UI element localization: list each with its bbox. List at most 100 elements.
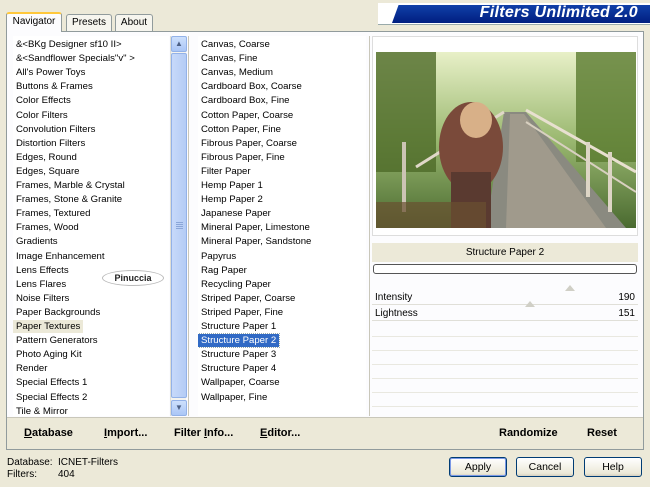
slider-thumb[interactable] (565, 285, 576, 291)
slider-thumb[interactable] (524, 301, 535, 307)
category-list-item[interactable]: Color Effects (13, 94, 71, 107)
category-list-item[interactable]: Render (13, 362, 47, 375)
category-list-item[interactable]: Special Effects 1 (13, 376, 87, 389)
filter-list[interactable]: Canvas, Coarse Canvas, Fine Canvas, Medium… (198, 36, 366, 416)
filter-list-item[interactable]: Striped Paper, Coarse (198, 292, 295, 305)
param-slider-lightness[interactable]: Lightness 151 (372, 301, 638, 321)
filter-list-item[interactable]: Cardboard Box, Fine (198, 94, 290, 107)
param-slider-intensity[interactable]: Intensity 190 (372, 285, 638, 305)
help-button[interactable]: Help (584, 457, 642, 477)
category-list-item[interactable]: Lens Effects (13, 264, 69, 277)
filter-list-item[interactable]: Mineral Paper, Limestone (198, 221, 310, 234)
pinuccia-watermark: Pinuccia (102, 270, 164, 286)
preview-image-drawing (376, 52, 636, 228)
category-list-item[interactable]: Paper Backgrounds (13, 306, 100, 319)
category-list-item[interactable]: Frames, Wood (13, 221, 79, 234)
tab-presets[interactable]: Presets (66, 14, 112, 31)
param-empty-row (372, 323, 638, 337)
filter-list-item[interactable]: Hemp Paper 2 (198, 193, 263, 206)
tab-navigator[interactable]: Navigator (6, 12, 62, 32)
cancel-button[interactable]: Cancel (516, 457, 574, 477)
category-list-item[interactable]: Gradients (13, 235, 58, 248)
filter-list-item[interactable]: Papyrus (198, 250, 236, 263)
filter-list-item[interactable]: Fibrous Paper, Fine (198, 151, 285, 164)
filter-list-item[interactable]: Hemp Paper 1 (198, 179, 263, 192)
filter-list-item[interactable]: Structure Paper 2 (198, 333, 281, 349)
param-value: 190 (618, 292, 635, 303)
category-list-item[interactable]: Frames, Textured (13, 207, 90, 220)
preview-image (376, 52, 636, 228)
filter-list-item[interactable]: Striped Paper, Fine (198, 306, 283, 319)
category-list-item[interactable]: &<BKg Designer sf10 II> (13, 38, 122, 51)
category-list-item[interactable]: Buttons & Frames (13, 80, 93, 93)
apply-button[interactable]: Apply (449, 457, 507, 477)
filters-label: Filters: (7, 469, 37, 480)
filters-count: 404 (58, 469, 75, 480)
tab-about[interactable]: About (115, 14, 153, 31)
filter-list-item[interactable]: Mineral Paper, Sandstone (198, 235, 311, 248)
bottom-toolbar: Database Import... Filter Info... Editor… (7, 417, 643, 449)
scroll-down-button[interactable]: ▼ (171, 400, 187, 416)
filter-list-item[interactable]: Structure Paper 1 (198, 320, 276, 333)
editor-button[interactable]: Editor... (260, 427, 300, 439)
database-label: Database: (7, 457, 53, 468)
category-list-item[interactable]: Special Effects 2 (13, 391, 87, 404)
import-button[interactable]: Import... (104, 427, 147, 439)
filter-list-item[interactable]: Cotton Paper, Coarse (198, 109, 293, 122)
filter-list-item[interactable]: Structure Paper 4 (198, 362, 276, 375)
filter-info-button[interactable]: Filter Info... (174, 427, 233, 439)
filter-list-item[interactable]: Japanese Paper (198, 207, 271, 220)
param-empty-row (372, 365, 638, 379)
filter-list-item[interactable]: Canvas, Fine (198, 52, 258, 65)
param-empty-row (372, 351, 638, 365)
category-list[interactable]: &<BKg Designer sf10 II> &<Sandflower Spec… (13, 36, 169, 416)
category-list-item[interactable]: Frames, Marble & Crystal (13, 179, 125, 192)
filter-list-item[interactable]: Fibrous Paper, Coarse (198, 137, 297, 150)
app-title: Filters Unlimited 2.0 (479, 4, 638, 21)
category-list-item[interactable]: Lens Flares (13, 278, 66, 291)
category-list-item[interactable]: Tile & Mirror (13, 405, 68, 416)
database-value: ICNET-Filters (58, 457, 118, 468)
filter-list-item[interactable]: Filter Paper (198, 165, 251, 178)
category-list-item[interactable]: Pattern Generators (13, 334, 98, 347)
category-list-item[interactable]: Edges, Square (13, 165, 79, 178)
param-label: Lightness (375, 308, 418, 319)
category-list-item[interactable]: Image Enhancement (13, 250, 105, 263)
category-list-item[interactable]: Edges, Round (13, 151, 77, 164)
list-divider (188, 36, 189, 416)
category-scrollbar[interactable]: ▲ ▼ (170, 36, 187, 416)
filter-list-item[interactable]: Wallpaper, Coarse (198, 376, 280, 389)
preview-area (372, 36, 638, 236)
filter-list-item[interactable]: Recycling Paper (198, 278, 271, 291)
category-list-item[interactable]: Frames, Stone & Granite (13, 193, 122, 206)
param-empty-row (372, 379, 638, 393)
category-list-item[interactable]: All's Power Toys (13, 66, 85, 79)
filter-list-item[interactable]: Canvas, Coarse (198, 38, 270, 51)
category-list-item[interactable]: Photo Aging Kit (13, 348, 82, 361)
param-empty-row (372, 337, 638, 351)
category-list-item[interactable]: Paper Textures (13, 320, 84, 333)
preview-divider (369, 36, 370, 416)
filter-list-item[interactable]: Structure Paper 3 (198, 348, 276, 361)
category-list-item[interactable]: Convolution Filters (13, 123, 95, 136)
filter-list-item[interactable]: Rag Paper (198, 264, 247, 277)
scroll-up-button[interactable]: ▲ (171, 36, 187, 52)
category-list-item[interactable]: &<Sandflower Specials"v" > (13, 52, 135, 65)
filter-list-item[interactable]: Canvas, Medium (198, 66, 273, 79)
scroll-thumb[interactable] (171, 53, 187, 398)
param-value: 151 (618, 308, 635, 319)
reset-button[interactable]: Reset (587, 427, 617, 439)
filter-list-item[interactable]: Wallpaper, Fine (198, 391, 267, 404)
randomize-button[interactable]: Randomize (499, 427, 558, 439)
filter-list-item[interactable]: Cotton Paper, Fine (198, 123, 281, 136)
progress-bar (373, 264, 637, 274)
category-list-item[interactable]: Noise Filters (13, 292, 69, 305)
database-button[interactable]: Database (24, 427, 73, 439)
filter-list-item[interactable]: Cardboard Box, Coarse (198, 80, 302, 93)
title-banner: Filters Unlimited 2.0 (378, 3, 650, 25)
category-list-item[interactable]: Distortion Filters (13, 137, 85, 150)
param-empty-row (372, 393, 638, 407)
category-list-item[interactable]: Color Filters (13, 109, 68, 122)
param-label: Intensity (375, 292, 413, 303)
parameter-panel: Intensity 190 Lightness 151 (372, 283, 638, 421)
